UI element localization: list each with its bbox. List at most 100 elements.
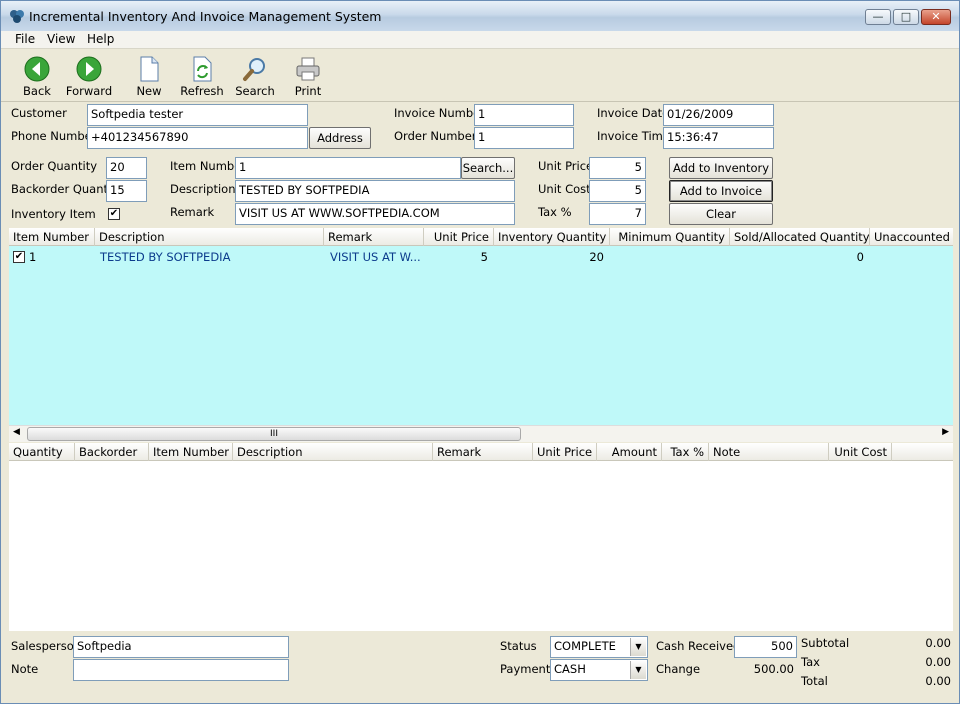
remark-label: Remark — [170, 205, 215, 219]
column-header-backorder[interactable]: Backorder — [75, 443, 149, 461]
search-label: Search — [235, 84, 275, 98]
total-value: 0.00 — [925, 674, 951, 688]
payment-select[interactable]: CASH ▼ — [550, 659, 648, 681]
printer-icon — [296, 57, 320, 81]
invoice-number-field[interactable]: 1 — [474, 104, 574, 126]
description-field[interactable]: TESTED BY SOFTPEDIA — [235, 180, 515, 202]
address-button[interactable]: Address — [309, 127, 371, 149]
table-row[interactable]: ✔ 1 TESTED BY SOFTPEDIA VISIT US AT W...… — [9, 248, 953, 266]
inventory-item-checkbox[interactable]: ✔ — [108, 208, 120, 220]
refresh-label: Refresh — [180, 84, 224, 98]
scroll-left-arrow-icon[interactable]: ◀ — [13, 427, 20, 437]
item-search-button[interactable]: Search... — [461, 157, 515, 179]
invoice-date-field[interactable]: 01/26/2009 — [663, 104, 774, 126]
unit-cost-label: Unit Cost — [538, 182, 591, 196]
status-label: Status — [500, 639, 537, 653]
refresh-button[interactable]: Refresh — [176, 56, 228, 98]
minimize-button[interactable]: — — [865, 9, 891, 25]
close-button[interactable]: ✕ — [921, 9, 951, 25]
forward-label: Forward — [65, 84, 113, 98]
subtotal-value: 0.00 — [925, 636, 951, 650]
column-header-note[interactable]: Note — [709, 443, 829, 461]
column-header-inventory-quantity[interactable]: Inventory Quantity — [494, 228, 610, 246]
search-icon — [243, 58, 265, 81]
column-header-unit-cost[interactable]: Unit Cost — [829, 443, 892, 461]
order-number-label: Order Number — [394, 129, 477, 143]
column-header-amount[interactable]: Amount — [597, 443, 662, 461]
order-number-field[interactable]: 1 — [474, 127, 574, 149]
status-select[interactable]: COMPLETE ▼ — [550, 636, 648, 658]
column-header-description[interactable]: Description — [233, 443, 433, 461]
forward-button[interactable]: Forward — [63, 56, 115, 98]
salesperson-label: Salesperson — [11, 639, 82, 653]
window-title: Incremental Inventory And Invoice Manage… — [29, 9, 382, 24]
cell-description: TESTED BY SOFTPEDIA — [100, 250, 231, 264]
tax-percent-field[interactable]: 7 — [589, 203, 646, 225]
add-to-inventory-button[interactable]: Add to Inventory — [669, 157, 773, 179]
column-header-item-number[interactable]: Item Number — [149, 443, 233, 461]
app-icon — [10, 10, 24, 23]
column-header-description[interactable]: Description — [95, 228, 324, 246]
salesperson-field[interactable]: Softpedia — [73, 636, 289, 658]
order-quantity-field[interactable]: 20 — [106, 157, 147, 179]
scroll-right-arrow-icon[interactable]: ▶ — [942, 427, 949, 437]
menu-help[interactable]: Help — [87, 32, 114, 46]
change-label: Change — [656, 662, 701, 676]
phone-field[interactable]: +401234567890 — [87, 127, 308, 149]
payment-label: Payment — [500, 662, 551, 676]
description-label: Description — [170, 182, 236, 196]
app-window: Incremental Inventory And Invoice Manage… — [0, 0, 960, 704]
cash-received-field[interactable]: 500 — [734, 636, 797, 658]
refresh-icon — [193, 56, 212, 82]
horizontal-scrollbar[interactable]: ◀ III ▶ — [9, 425, 953, 442]
column-header-remark[interactable]: Remark — [324, 228, 424, 246]
backorder-quantity-field[interactable]: 15 — [106, 180, 147, 202]
add-to-invoice-button[interactable]: Add to Invoice — [669, 180, 773, 202]
cell-sold-allocated: 0 — [856, 250, 864, 264]
note-field[interactable] — [73, 659, 289, 681]
unit-cost-field[interactable]: 5 — [589, 180, 646, 202]
back-label: Back — [23, 84, 51, 98]
new-label: New — [136, 84, 162, 98]
status-value: COMPLETE — [554, 639, 616, 653]
cell-item-number: 1 — [29, 250, 37, 264]
print-button[interactable]: Print — [282, 56, 334, 98]
inventory-grid-body: ✔ 1 TESTED BY SOFTPEDIA VISIT US AT W...… — [9, 246, 953, 425]
column-header-item-number[interactable]: Item Number — [9, 228, 95, 246]
chevron-down-icon[interactable]: ▼ — [630, 638, 646, 656]
back-button[interactable]: Back — [11, 56, 63, 98]
remark-field[interactable]: VISIT US AT WWW.SOFTPEDIA.COM — [235, 203, 515, 225]
menu-view[interactable]: View — [47, 32, 75, 46]
tax-percent-label: Tax % — [538, 205, 572, 219]
search-button[interactable]: Search — [229, 56, 281, 98]
clear-button[interactable]: Clear — [669, 203, 773, 225]
column-header-unit-price[interactable]: Unit Price — [533, 443, 597, 461]
menu-file[interactable]: File — [15, 32, 35, 46]
column-header-sold-allocated-quantity[interactable]: Sold/Allocated Quantity — [730, 228, 870, 246]
invoice-grid-body — [9, 461, 953, 631]
tax-total-label: Tax — [801, 655, 820, 669]
invoice-time-field[interactable]: 15:36:47 — [663, 127, 774, 149]
order-quantity-label: Order Quantity — [11, 159, 98, 173]
phone-label: Phone Number — [11, 129, 97, 143]
toolbar: Back Forward New Refresh Search Print — [1, 50, 959, 102]
column-header-unit-price[interactable]: Unit Price — [424, 228, 494, 246]
new-document-icon — [140, 56, 159, 82]
new-button[interactable]: New — [123, 56, 175, 98]
column-header-tax-percent[interactable]: Tax % — [662, 443, 709, 461]
column-header-remark[interactable]: Remark — [433, 443, 533, 461]
inventory-item-label: Inventory Item — [11, 207, 96, 221]
unit-price-field[interactable]: 5 — [589, 157, 646, 179]
scroll-thumb[interactable]: III — [27, 427, 521, 441]
customer-field[interactable]: Softpedia tester — [87, 104, 308, 126]
item-number-field[interactable]: 1 — [235, 157, 461, 179]
column-header-unaccounted[interactable]: Unaccounted — [870, 228, 953, 246]
payment-value: CASH — [554, 662, 586, 676]
column-header-quantity[interactable]: Quantity — [9, 443, 75, 461]
menu-bar: File View Help — [1, 31, 959, 49]
maximize-button[interactable]: □ — [893, 9, 919, 25]
column-header-minimum-quantity[interactable]: Minimum Quantity — [610, 228, 730, 246]
row-checkbox[interactable]: ✔ — [13, 251, 25, 263]
chevron-down-icon[interactable]: ▼ — [630, 661, 646, 679]
note-label: Note — [11, 662, 39, 676]
